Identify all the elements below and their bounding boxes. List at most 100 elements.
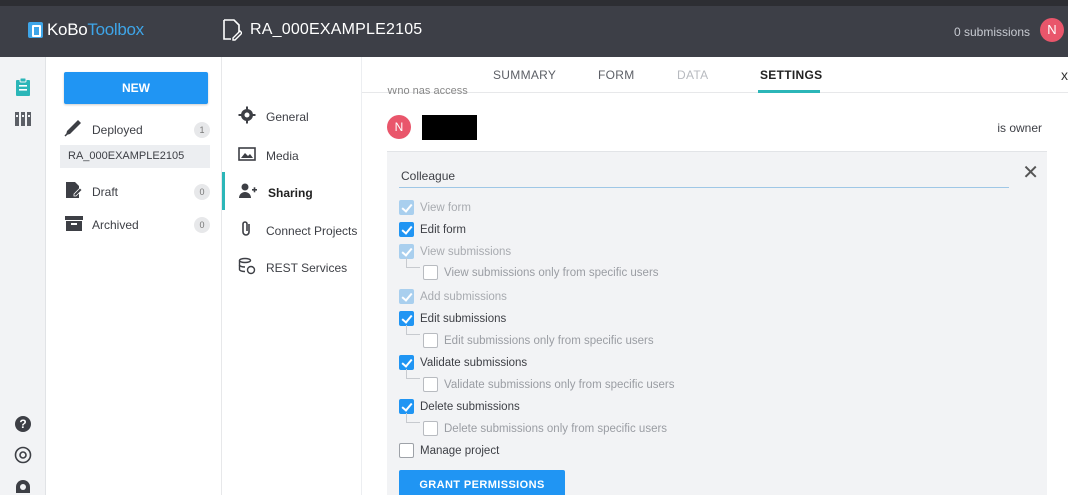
project-sidebar: NEW Deployed 1 RA_000EXAMPLE2105 Draft 0… bbox=[46, 57, 222, 495]
perm-label: Manage project bbox=[420, 444, 500, 457]
perm-label: View submissions only from specific user… bbox=[444, 266, 659, 279]
close-icon[interactable]: ✕ bbox=[1022, 160, 1039, 185]
subnav-label: Media bbox=[266, 148, 299, 163]
tab-data[interactable]: DATA bbox=[677, 68, 708, 82]
checkbox[interactable] bbox=[399, 289, 414, 304]
icon-rail: ? bbox=[0, 57, 46, 495]
perm-view-submissions-specific[interactable]: View submissions only from specific user… bbox=[423, 265, 659, 280]
subnav-rest-services[interactable]: REST Services bbox=[238, 257, 347, 278]
subnav-media[interactable]: Media bbox=[238, 145, 299, 166]
grant-permissions-button[interactable]: GRANT PERMISSIONS bbox=[399, 470, 565, 495]
perm-add-submissions[interactable]: Add submissions bbox=[399, 289, 507, 304]
project-title: RA_000EXAMPLE2105 bbox=[250, 21, 423, 38]
logo-text-b: Toolbox bbox=[87, 20, 144, 39]
perm-validate-submissions[interactable]: Validate submissions bbox=[399, 355, 527, 370]
perm-label: View submissions bbox=[420, 245, 512, 258]
tree-connector bbox=[406, 369, 420, 379]
add-user-permissions-panel: ✕ View form Edit form View submissions V… bbox=[387, 151, 1047, 495]
sidebar-item-archived[interactable]: Archived 0 bbox=[64, 214, 210, 235]
draft-document-icon bbox=[64, 181, 84, 202]
checkbox[interactable] bbox=[399, 443, 414, 458]
who-has-access-heading: Who has access bbox=[387, 88, 468, 97]
archive-box-icon bbox=[64, 214, 84, 235]
perm-label: Edit submissions only from specific user… bbox=[444, 334, 654, 347]
sidebar-item-label: Archived bbox=[92, 217, 139, 232]
owner-role-label: is owner bbox=[997, 121, 1042, 135]
tree-connector bbox=[406, 258, 420, 268]
tab-settings[interactable]: SETTINGS bbox=[760, 68, 822, 82]
checkbox[interactable] bbox=[399, 222, 414, 237]
subnav-general[interactable]: General bbox=[238, 106, 309, 127]
media-image-icon bbox=[238, 145, 256, 166]
sidebar-item-label: Draft bbox=[92, 184, 119, 199]
subnav-label: Sharing bbox=[268, 185, 313, 200]
checkbox[interactable] bbox=[399, 399, 414, 414]
subnav-sharing[interactable]: Sharing bbox=[238, 182, 313, 203]
perm-label: View form bbox=[420, 201, 471, 214]
sidebar-project-item[interactable]: RA_000EXAMPLE2105 bbox=[60, 145, 210, 168]
logo-text-a: KoBo bbox=[47, 20, 88, 39]
perm-edit-form[interactable]: Edit form bbox=[399, 222, 466, 237]
add-user-icon bbox=[238, 182, 258, 203]
paperclip-icon bbox=[238, 220, 256, 241]
settings-subnav: General Media Sharing Connect Projects R… bbox=[222, 57, 362, 495]
perm-view-submissions[interactable]: View submissions bbox=[399, 244, 511, 259]
tab-summary[interactable]: SUMMARY bbox=[493, 68, 556, 82]
owner-row: N is owner bbox=[387, 115, 1047, 141]
rocket-icon bbox=[64, 119, 84, 140]
perm-delete-submissions-specific[interactable]: Delete submissions only from specific us… bbox=[423, 421, 667, 436]
logo-icon bbox=[28, 22, 43, 38]
subnav-connect-projects[interactable]: Connect Projects bbox=[238, 220, 357, 241]
new-project-button[interactable]: NEW bbox=[64, 72, 208, 104]
subnav-label: Connect Projects bbox=[266, 223, 358, 238]
library-books-icon[interactable] bbox=[13, 109, 33, 129]
perm-label: Edit submissions bbox=[420, 312, 507, 325]
account-icon[interactable] bbox=[13, 475, 33, 495]
checkbox[interactable] bbox=[399, 355, 414, 370]
project-tabs: SUMMARY FORM DATA SETTINGS x bbox=[362, 57, 1068, 93]
checkbox[interactable] bbox=[423, 421, 438, 436]
submission-count: 0 submissions bbox=[953, 25, 1030, 39]
svg-text:?: ? bbox=[19, 417, 26, 431]
tree-connector bbox=[406, 325, 420, 335]
checkbox[interactable] bbox=[423, 377, 438, 392]
owner-avatar: N bbox=[387, 115, 411, 139]
top-bar: KoBoToolbox RA_000EXAMPLE2105 0 submissi… bbox=[0, 0, 1068, 57]
user-avatar[interactable]: N bbox=[1040, 18, 1064, 42]
checkbox[interactable] bbox=[399, 311, 414, 326]
support-lifebuoy-icon[interactable] bbox=[13, 445, 33, 465]
perm-edit-submissions[interactable]: Edit submissions bbox=[399, 311, 506, 326]
perm-edit-submissions-specific[interactable]: Edit submissions only from specific user… bbox=[423, 333, 654, 348]
help-icon[interactable]: ? bbox=[13, 414, 33, 434]
sidebar-item-label: Deployed bbox=[92, 122, 143, 137]
perm-label: Validate submissions bbox=[420, 356, 528, 369]
perm-view-form[interactable]: View form bbox=[399, 200, 471, 215]
tab-active-underline bbox=[758, 90, 820, 93]
perm-label: Delete submissions bbox=[420, 400, 520, 413]
checkbox[interactable] bbox=[423, 265, 438, 280]
redacted-username bbox=[422, 115, 477, 140]
perm-validate-submissions-specific[interactable]: Validate submissions only from specific … bbox=[423, 377, 675, 392]
perm-label: Add submissions bbox=[420, 290, 507, 303]
archived-count-badge: 0 bbox=[194, 216, 210, 233]
close-project-icon[interactable]: x bbox=[1061, 67, 1068, 83]
perm-manage-project[interactable]: Manage project bbox=[399, 443, 499, 458]
deployed-count-badge: 1 bbox=[194, 121, 210, 138]
perm-label: Edit form bbox=[420, 223, 467, 236]
sidebar-item-draft[interactable]: Draft 0 bbox=[64, 181, 210, 202]
username-input[interactable] bbox=[399, 164, 1009, 188]
kobotoolbox-logo[interactable]: KoBoToolbox bbox=[28, 20, 144, 40]
tree-connector bbox=[406, 413, 420, 423]
sidebar-item-deployed[interactable]: Deployed 1 bbox=[64, 119, 210, 140]
checkbox[interactable] bbox=[423, 333, 438, 348]
form-document-icon bbox=[222, 19, 243, 41]
tab-form[interactable]: FORM bbox=[598, 68, 635, 82]
checkbox[interactable] bbox=[399, 200, 414, 215]
projects-clipboard-icon[interactable] bbox=[13, 77, 33, 97]
subnav-label: REST Services bbox=[266, 260, 348, 275]
active-indicator bbox=[222, 172, 225, 210]
checkbox[interactable] bbox=[399, 244, 414, 259]
perm-label: Validate submissions only from specific … bbox=[444, 378, 675, 391]
draft-count-badge: 0 bbox=[194, 183, 210, 200]
perm-delete-submissions[interactable]: Delete submissions bbox=[399, 399, 520, 414]
